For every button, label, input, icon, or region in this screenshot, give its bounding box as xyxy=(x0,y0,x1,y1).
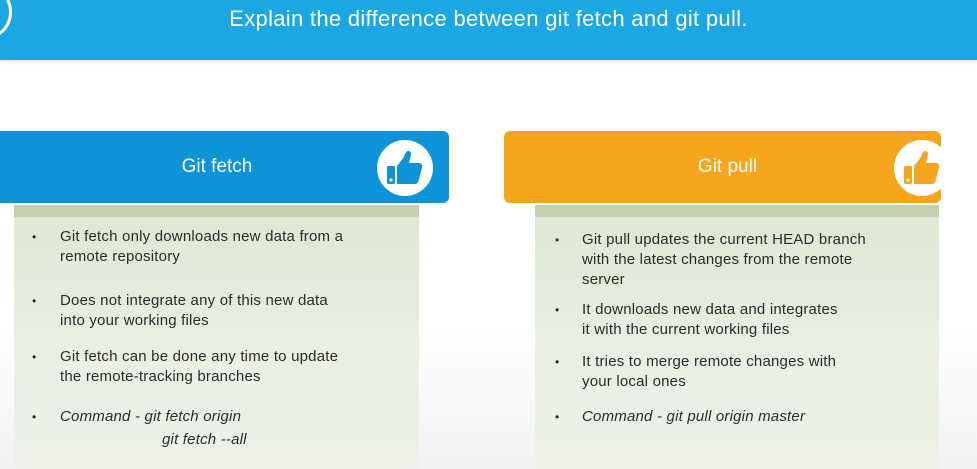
bullet-dot: • xyxy=(32,294,37,308)
thumbs-up-icon xyxy=(904,151,940,184)
thumbs-up-icon xyxy=(387,151,423,184)
command-text: Command - git fetch origin xyxy=(60,408,242,425)
slide-title: Explain the difference between git fetch… xyxy=(229,6,748,31)
bullet-text: It downloads new data and integrates it … xyxy=(582,301,838,338)
bullet-dot: • xyxy=(32,230,37,244)
bullet-text: Git fetch can be done any time to update… xyxy=(60,348,339,385)
title-banner: Explain the difference between git fetch… xyxy=(0,0,977,60)
bullet-text: Does not integrate any of this new data … xyxy=(60,292,328,329)
pull-title: Git pull xyxy=(697,156,758,177)
bullet-dot: • xyxy=(555,303,560,317)
bullet-dot: • xyxy=(555,355,560,369)
bullet-dot: • xyxy=(555,410,560,424)
pull-thumbs-up-badge xyxy=(894,140,950,196)
fetch-header: Git fetch xyxy=(0,131,449,203)
bullet-dot: • xyxy=(555,233,560,247)
fetch-title: Git fetch xyxy=(181,156,253,177)
bullet-dot: • xyxy=(32,410,37,424)
fetch-thumbs-up-badge xyxy=(377,140,433,196)
bullet-dot: • xyxy=(32,350,37,364)
bullet-text: It tries to merge remote changes with yo… xyxy=(582,353,837,390)
pull-header: Git pull xyxy=(504,131,950,203)
fetch-content-panel: • Git fetch only downloads new data from… xyxy=(14,205,419,469)
command-text: Command - git pull origin master xyxy=(582,408,806,425)
pull-content-panel: • Git pull updates the current HEAD bran… xyxy=(535,205,939,469)
bullet-text: Git pull updates the current HEAD branch… xyxy=(582,231,866,288)
bullet-text: Git fetch only downloads new data from a… xyxy=(60,228,344,265)
command-extra-text: git fetch --all xyxy=(162,431,247,448)
